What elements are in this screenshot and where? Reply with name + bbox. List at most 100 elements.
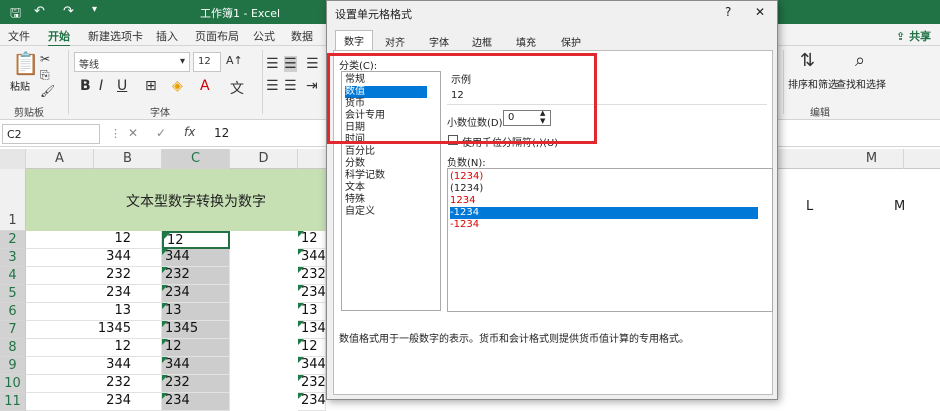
error-indicator-icon[interactable]	[162, 285, 168, 291]
row-header[interactable]: 10	[0, 375, 26, 393]
row-header[interactable]: 11	[0, 393, 26, 411]
insert-function-icon[interactable]: fx	[184, 125, 195, 139]
table-cell[interactable]: 232	[26, 375, 162, 393]
sort-filter-icon[interactable]: ⇅	[800, 50, 815, 71]
error-indicator-icon[interactable]	[298, 357, 304, 363]
table-cell[interactable]: 1345	[162, 321, 230, 339]
paste-icon[interactable]: 📋	[12, 52, 39, 77]
category-item[interactable]: 文本	[345, 182, 365, 194]
error-indicator-icon[interactable]	[162, 249, 168, 255]
row-header[interactable]: 1	[0, 169, 26, 231]
font-name-combo[interactable]: 等线 ▾	[74, 52, 190, 72]
fill-color-icon[interactable]: ◈	[172, 78, 183, 94]
tab-home[interactable]: 开始	[48, 28, 70, 47]
error-indicator-icon[interactable]	[162, 357, 168, 363]
row-header[interactable]: 5	[0, 285, 26, 303]
align-left-icon[interactable]: ☰	[266, 78, 279, 94]
error-indicator-icon[interactable]	[298, 321, 304, 327]
table-cell[interactable]: 232	[26, 267, 162, 285]
sort-filter-button[interactable]: 排序和筛选	[788, 76, 838, 91]
negative-format-item[interactable]: -1234	[450, 219, 479, 231]
error-indicator-icon[interactable]	[162, 267, 168, 273]
error-indicator-icon[interactable]	[162, 339, 168, 345]
error-indicator-icon[interactable]	[298, 303, 304, 309]
font-color-icon[interactable]: A	[200, 78, 210, 94]
column-header-m[interactable]: M	[840, 149, 904, 169]
table-cell[interactable]: 12	[26, 231, 162, 249]
align-middle-icon[interactable]: ☰	[284, 56, 297, 72]
table-cell[interactable]: 1345	[26, 321, 162, 339]
align-bottom-icon[interactable]: ☰	[306, 56, 319, 72]
tab-data[interactable]: 数据	[291, 28, 313, 44]
negative-format-item[interactable]: (1234)	[450, 183, 483, 195]
category-item[interactable]: 百分比	[345, 146, 375, 158]
name-box[interactable]: C2	[2, 124, 100, 144]
table-cell[interactable]: 12	[162, 339, 230, 357]
font-size-combo[interactable]: 12	[193, 52, 221, 72]
format-painter-icon[interactable]: 🖌	[40, 84, 55, 98]
find-select-button[interactable]: 查找和选择	[836, 76, 886, 91]
phonetic-icon[interactable]: 文	[230, 78, 244, 98]
row-header[interactable]: 4	[0, 267, 26, 285]
table-cell[interactable]: 13	[298, 303, 326, 321]
table-cell[interactable]: 344	[162, 249, 230, 267]
borders-icon[interactable]: ⊞	[145, 78, 157, 94]
align-center-icon[interactable]: ☰	[284, 78, 297, 94]
help-button[interactable]: ?	[725, 5, 731, 19]
select-all-corner[interactable]	[0, 149, 26, 169]
table-cell[interactable]: 13	[26, 303, 162, 321]
customize-qat-icon[interactable]: ▾	[92, 4, 97, 15]
share-button[interactable]: ⇪ 共享	[896, 28, 931, 44]
error-indicator-icon[interactable]	[298, 393, 304, 399]
column-header-a[interactable]: A	[26, 149, 94, 169]
category-item[interactable]: 自定义	[345, 206, 375, 218]
formula-input[interactable]: 12	[214, 126, 229, 140]
table-cell[interactable]: 234	[162, 393, 230, 411]
error-indicator-icon[interactable]	[298, 249, 304, 255]
negative-format-item[interactable]: -1234	[450, 207, 758, 219]
table-cell[interactable]: 234	[26, 285, 162, 303]
table-cell[interactable]: 344	[26, 249, 162, 267]
table-cell[interactable]: 344	[162, 357, 230, 375]
table-cell[interactable]: 232	[162, 375, 230, 393]
tab-number[interactable]: 数字	[335, 30, 373, 51]
align-top-icon[interactable]: ☰	[266, 56, 279, 72]
error-indicator-icon[interactable]	[162, 393, 168, 399]
header-cell[interactable]: 文本型数字转换为数字	[26, 169, 326, 231]
table-cell[interactable]: 232	[162, 267, 230, 285]
column-header-b[interactable]: B	[94, 149, 162, 169]
table-cell[interactable]: 13	[162, 303, 230, 321]
error-indicator-icon[interactable]	[298, 267, 304, 273]
category-item[interactable]: 科学记数	[345, 170, 385, 182]
error-indicator-icon[interactable]	[162, 321, 168, 327]
error-indicator-icon[interactable]	[162, 303, 168, 309]
error-indicator-icon[interactable]	[298, 285, 304, 291]
tab-new[interactable]: 新建选项卡	[88, 28, 143, 44]
table-cell[interactable]: 1345	[298, 321, 334, 339]
undo-icon[interactable]: ↶	[34, 4, 45, 19]
negative-format-item[interactable]: (1234)	[450, 171, 483, 183]
category-item[interactable]: 特殊	[345, 194, 365, 206]
cancel-icon[interactable]: ✕	[128, 126, 138, 140]
italic-icon[interactable]: I	[99, 78, 103, 94]
table-cell[interactable]: 232	[298, 375, 326, 393]
table-cell[interactable]: 234	[26, 393, 162, 411]
save-icon[interactable]: 🖫	[10, 4, 21, 26]
error-indicator-icon[interactable]	[298, 375, 304, 381]
grow-font-icon[interactable]: A↑	[226, 54, 243, 67]
table-cell[interactable]: 344	[298, 249, 326, 267]
table-cell[interactable]: 12	[162, 231, 230, 249]
tab-fill[interactable]: 填充	[508, 32, 544, 50]
column-header-c[interactable]: C	[162, 149, 230, 169]
row-header[interactable]: 7	[0, 321, 26, 339]
indent-icon[interactable]: ⇥	[306, 78, 318, 94]
error-indicator-icon[interactable]	[162, 375, 168, 381]
find-select-icon[interactable]: ⌕	[855, 50, 865, 71]
tab-alignment[interactable]: 对齐	[377, 32, 413, 50]
table-cell[interactable]: 12	[298, 231, 326, 249]
tab-file[interactable]: 文件	[8, 28, 30, 44]
tab-font[interactable]: 字体	[421, 32, 457, 50]
row-header[interactable]: 2	[0, 231, 26, 249]
row-header[interactable]: 6	[0, 303, 26, 321]
table-cell[interactable]: 234	[298, 393, 326, 411]
